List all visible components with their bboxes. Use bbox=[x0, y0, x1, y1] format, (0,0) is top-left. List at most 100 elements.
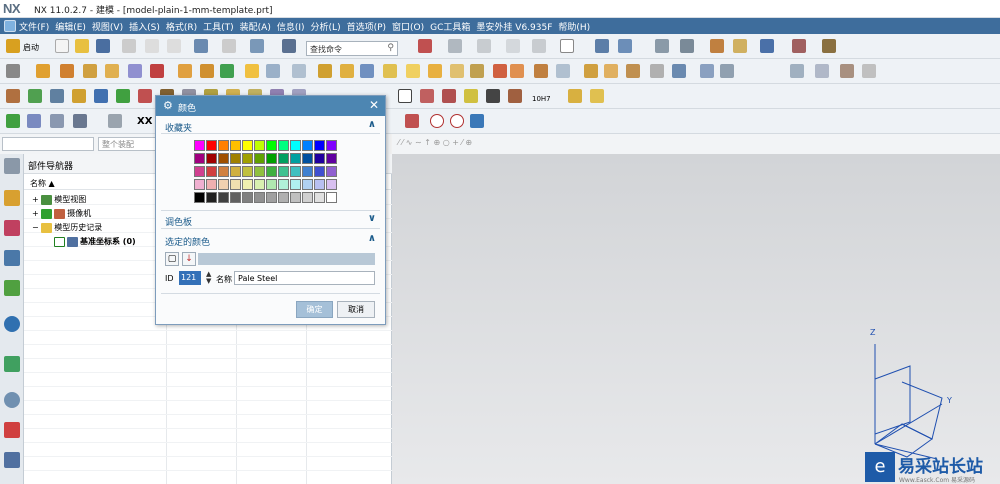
modeling-tool-icon[interactable] bbox=[36, 64, 50, 78]
start-icon[interactable] bbox=[6, 39, 20, 53]
search-icon[interactable]: ⚲ bbox=[387, 43, 394, 53]
menu-item[interactable]: 装配(A) bbox=[240, 20, 277, 33]
modeling-tool-icon[interactable] bbox=[360, 64, 374, 78]
table-icon[interactable] bbox=[486, 89, 500, 103]
modeling-tool-icon[interactable] bbox=[340, 64, 354, 78]
menu-item[interactable]: 文件(F) bbox=[19, 20, 55, 33]
graphics-window[interactable]: Z Y bbox=[392, 154, 1000, 484]
color-swatch[interactable] bbox=[302, 179, 313, 190]
measure-icon[interactable] bbox=[655, 39, 669, 53]
assembly-navigator-icon[interactable] bbox=[4, 190, 20, 206]
tree-item-model-views[interactable]: + 模型视图 bbox=[32, 194, 86, 205]
modeling-tool-icon[interactable] bbox=[318, 64, 332, 78]
color-swatch[interactable] bbox=[290, 192, 301, 203]
color-swatch[interactable] bbox=[230, 166, 241, 177]
modeling-tool-icon[interactable] bbox=[470, 64, 484, 78]
component-icon[interactable] bbox=[590, 89, 604, 103]
close-icon[interactable]: ✕ bbox=[369, 98, 379, 112]
menu-item[interactable]: 信息(I) bbox=[277, 20, 311, 33]
clear-icon[interactable] bbox=[450, 114, 464, 128]
command-finder-icon[interactable] bbox=[282, 39, 296, 53]
triangle-icon[interactable] bbox=[398, 89, 412, 103]
modeling-tool-icon[interactable] bbox=[815, 64, 829, 78]
favorites-section[interactable]: 收藏夹 ∧ bbox=[161, 119, 380, 134]
weld-icon[interactable] bbox=[508, 89, 522, 103]
color-swatch[interactable] bbox=[254, 179, 265, 190]
modeling-tool-icon[interactable] bbox=[83, 64, 97, 78]
color-swatch[interactable] bbox=[254, 166, 265, 177]
color-swatch[interactable] bbox=[242, 140, 253, 151]
color-id-input[interactable]: 121 bbox=[179, 271, 201, 285]
color-swatch[interactable] bbox=[326, 192, 337, 203]
color-swatch[interactable] bbox=[194, 140, 205, 151]
color-swatch[interactable] bbox=[266, 179, 277, 190]
brush-icon[interactable] bbox=[733, 39, 747, 53]
background-icon[interactable] bbox=[506, 39, 520, 53]
save-icon[interactable] bbox=[96, 39, 110, 53]
eyedropper-icon[interactable]: ↓ bbox=[182, 252, 196, 266]
id-spinner[interactable]: ▲ ▼ bbox=[206, 271, 211, 285]
select-filter-icon[interactable] bbox=[595, 39, 609, 53]
no-symbol-icon[interactable] bbox=[430, 114, 444, 128]
color-swatch[interactable] bbox=[314, 153, 325, 164]
cancel-button[interactable]: 取消 bbox=[337, 301, 375, 318]
render-style-icon[interactable] bbox=[448, 39, 462, 53]
color-swatch[interactable] bbox=[230, 153, 241, 164]
drafting-icon[interactable] bbox=[420, 89, 434, 103]
color-swatch[interactable] bbox=[254, 192, 265, 203]
color-swatch[interactable] bbox=[290, 166, 301, 177]
undo-icon[interactable] bbox=[194, 39, 208, 53]
dimension-icon[interactable] bbox=[792, 39, 806, 53]
settings-gear-icon[interactable] bbox=[4, 158, 20, 174]
copy-icon[interactable] bbox=[145, 39, 159, 53]
modeling-tool-icon[interactable] bbox=[493, 64, 507, 78]
menu-item[interactable]: GC工具箱 bbox=[430, 20, 476, 33]
color-swatch[interactable] bbox=[218, 166, 229, 177]
tree-item-model-history[interactable]: − 模型历史记录 bbox=[32, 222, 102, 233]
part-navigator-icon[interactable] bbox=[4, 250, 20, 266]
refresh-icon[interactable] bbox=[470, 114, 484, 128]
dialog-gear-icon[interactable]: ⚙ bbox=[163, 99, 173, 112]
modeling-tool-icon[interactable] bbox=[790, 64, 804, 78]
chevron-up-icon[interactable]: ∧ bbox=[368, 233, 376, 244]
color-swatch[interactable] bbox=[254, 140, 265, 151]
command-search-input[interactable]: 查找命令 ⚲ bbox=[306, 41, 398, 56]
color-swatch[interactable] bbox=[266, 166, 277, 177]
redo-icon[interactable] bbox=[222, 39, 236, 53]
color-swatch[interactable] bbox=[194, 153, 205, 164]
feature-icon[interactable] bbox=[27, 114, 41, 128]
color-swatch[interactable] bbox=[278, 192, 289, 203]
type-filter-select[interactable] bbox=[2, 137, 94, 151]
color-swatch[interactable] bbox=[278, 140, 289, 151]
color-name-input[interactable]: Pale Steel bbox=[234, 271, 375, 285]
color-swatch[interactable] bbox=[194, 192, 205, 203]
color-swatch[interactable] bbox=[326, 140, 337, 151]
analysis-icon[interactable] bbox=[680, 39, 694, 53]
menu-item[interactable]: 墨安外挂 V6.935F bbox=[476, 20, 558, 33]
color-swatch[interactable] bbox=[314, 179, 325, 190]
column-name[interactable]: 名称 ▲ bbox=[30, 178, 55, 189]
feature-tool-icon[interactable] bbox=[138, 89, 152, 103]
modeling-tool-icon[interactable] bbox=[862, 64, 876, 78]
color-swatch[interactable] bbox=[302, 166, 313, 177]
color-swatch[interactable] bbox=[302, 140, 313, 151]
menu-item[interactable]: 编辑(E) bbox=[55, 20, 92, 33]
color-swatch[interactable] bbox=[206, 153, 217, 164]
xx-label[interactable]: XX bbox=[137, 116, 152, 127]
chevron-up-icon[interactable]: ∧ bbox=[368, 119, 376, 130]
color-swatch[interactable] bbox=[278, 153, 289, 164]
modeling-tool-icon[interactable] bbox=[510, 64, 524, 78]
cut-icon[interactable] bbox=[122, 39, 136, 53]
clock-icon[interactable] bbox=[4, 392, 20, 408]
layer-icon[interactable] bbox=[532, 39, 546, 53]
menu-item[interactable]: 帮助(H) bbox=[558, 20, 596, 33]
feature-tool-icon[interactable] bbox=[72, 89, 86, 103]
color-box-icon[interactable] bbox=[560, 39, 574, 53]
color-swatch[interactable] bbox=[206, 179, 217, 190]
menu-item[interactable]: 分析(L) bbox=[311, 20, 347, 33]
modeling-tool-icon[interactable] bbox=[266, 64, 280, 78]
menu-item[interactable]: 格式(R) bbox=[166, 20, 203, 33]
palette-section[interactable]: 调色板 ∨ bbox=[161, 213, 380, 228]
menu-item[interactable]: 插入(S) bbox=[129, 20, 166, 33]
modeling-tool-icon[interactable] bbox=[672, 64, 686, 78]
